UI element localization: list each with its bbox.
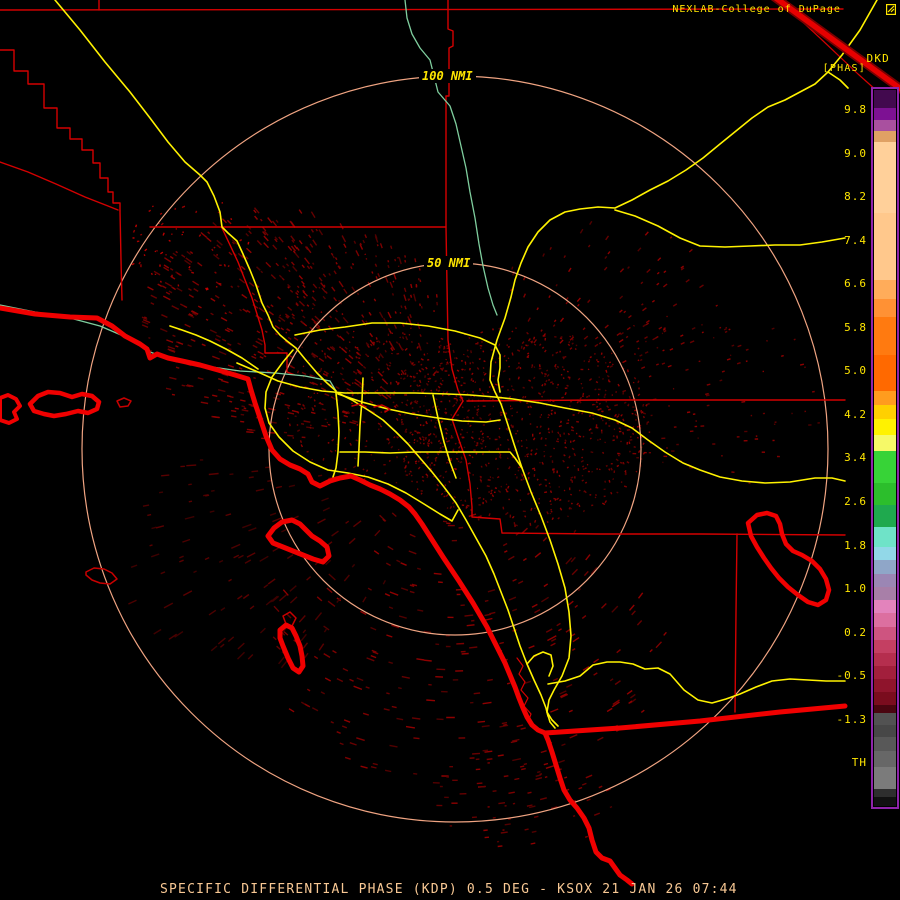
colorbar [871, 87, 899, 809]
colorbar-tick-label: 2.6 [844, 495, 867, 508]
range-ring-label-100: 100 NMI [419, 69, 476, 83]
cod-logo-icon [844, 3, 897, 16]
range-rings [81, 75, 829, 823]
colorbar-tick-label: 5.0 [844, 364, 867, 377]
coastline [0, 305, 848, 887]
county-borders [0, 0, 888, 723]
colorbar-tick-label: 0.2 [844, 626, 867, 639]
colorbar-tick-label: 3.4 [844, 451, 867, 464]
product-code-label: DKD [866, 52, 890, 65]
colorbar-tick-label: 6.6 [844, 277, 867, 290]
colorbar-tick-label: 8.2 [844, 190, 867, 203]
product-title: SPECIFIC DIFFERENTIAL PHASE (KDP) 0.5 DE… [160, 882, 738, 897]
colorbar-tick-label: 9.0 [844, 147, 867, 160]
radar-screen: NEXLAB-College of DuPage DKD [PHAS] 100 … [0, 0, 900, 900]
colorbar-tick-label: 5.8 [844, 321, 867, 334]
rivers [0, 0, 498, 392]
brand: NEXLAB-College of DuPage [672, 3, 897, 16]
colorbar-tick-label: 1.8 [844, 539, 867, 552]
radar-map [0, 0, 900, 887]
colorbar-tick-label: -1.3 [836, 713, 867, 726]
colorbar-tick-label: -0.5 [836, 669, 867, 682]
colorbar-tick-label: 7.4 [844, 234, 867, 247]
product-tag-label: [PHAS] [822, 63, 866, 74]
colorbar-tick-label: TH [851, 756, 867, 769]
range-ring-label-50: 50 NMI [424, 256, 474, 270]
radar-echo-speckles [128, 202, 820, 848]
brand-text: NEXLAB-College of DuPage [672, 4, 841, 15]
colorbar-tick-label: 9.8 [844, 103, 867, 116]
colorbar-tick-label: 4.2 [844, 408, 867, 421]
colorbar-tick-label: 1.0 [844, 582, 867, 595]
